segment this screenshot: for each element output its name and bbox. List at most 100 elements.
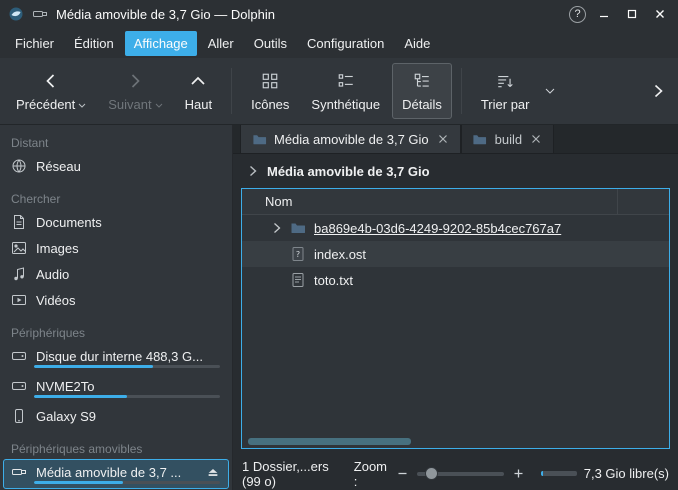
details-view-button[interactable]: Détails — [392, 63, 452, 119]
free-space-bar — [541, 471, 577, 476]
icons-label: Icônes — [251, 97, 289, 112]
menu-affichage[interactable]: Affichage — [125, 31, 197, 56]
forward-button[interactable]: Suivant — [98, 63, 172, 119]
sort-label: Trier par — [481, 97, 530, 112]
toolbar-overflow-button[interactable] — [644, 79, 672, 103]
zoom-out-icon[interactable] — [394, 466, 410, 482]
chevron-left-icon — [41, 70, 61, 92]
menu-aller[interactable]: Aller — [199, 31, 243, 56]
breadcrumb-current[interactable]: Média amovible de 3,7 Gio — [267, 164, 430, 179]
chevron-up-icon — [188, 70, 208, 92]
sidebar-item-disque-dur-interne[interactable]: Disque dur interne 488,3 G... — [3, 343, 229, 373]
menu-aide[interactable]: Aide — [395, 31, 439, 56]
sidebar-item-reseau[interactable]: Réseau — [3, 153, 229, 179]
details-view-icon — [413, 70, 431, 92]
window-body: Distant Réseau Chercher Documents — [0, 125, 678, 490]
column-header-row: Nom — [242, 189, 669, 215]
caret-down-icon — [78, 103, 86, 109]
sort-by-button[interactable]: Trier par — [471, 63, 540, 119]
image-icon — [11, 240, 27, 256]
free-space-fill — [541, 471, 543, 476]
dolphin-window: Média amovible de 3,7 Gio — Dolphin ? Fi… — [0, 0, 678, 490]
back-button[interactable]: Précédent — [6, 63, 96, 119]
close-tab-icon[interactable] — [529, 132, 543, 146]
up-button[interactable]: Haut — [175, 63, 222, 119]
section-chercher: Chercher Documents Images — [0, 189, 232, 313]
close-button[interactable] — [650, 4, 670, 24]
section-header-peripheriques-amovibles: Périphériques amovibles — [0, 439, 232, 459]
compact-label: Synthétique — [311, 97, 380, 112]
breadcrumb[interactable]: Média amovible de 3,7 Gio — [233, 154, 678, 188]
maximize-button[interactable] — [622, 4, 642, 24]
app-icon — [8, 6, 24, 22]
section-peripheriques: Périphériques Disque dur interne 488,3 G… — [0, 323, 232, 429]
file-name: ba869e4b-03d6-4249-9202-85b4cec767a7 — [314, 221, 561, 236]
compact-view-button[interactable]: Synthétique — [301, 63, 390, 119]
folder-icon — [251, 131, 267, 147]
horizontal-scrollbar[interactable] — [246, 438, 665, 445]
scrollbar-thumb[interactable] — [248, 438, 411, 445]
file-row-toto-txt[interactable]: toto.txt — [242, 267, 669, 293]
sidebar-item-nvme2to[interactable]: NVME2To — [3, 373, 229, 403]
audio-icon — [11, 266, 27, 282]
sidebar-item-galaxy-s9[interactable]: Galaxy S9 — [3, 403, 229, 429]
capacity-bar — [34, 481, 220, 484]
tab-media-amovible[interactable]: Média amovible de 3,7 Gio — [240, 125, 461, 153]
help-button[interactable]: ? — [569, 6, 586, 23]
folder-icon — [290, 220, 306, 236]
phone-icon — [11, 408, 27, 424]
place-label: Images — [36, 241, 221, 256]
sidebar-item-media-amovible[interactable]: Média amovible de 3,7 ... — [3, 459, 229, 489]
menu-edition[interactable]: Édition — [65, 31, 123, 56]
unknown-file-icon: ? — [290, 246, 306, 262]
zoom-handle[interactable] — [425, 467, 438, 480]
tab-build[interactable]: build — [461, 125, 554, 153]
eject-icon[interactable] — [205, 464, 221, 480]
caret-down-icon — [155, 103, 163, 109]
chevron-right-icon[interactable] — [248, 165, 258, 177]
capacity-fill — [34, 481, 123, 484]
place-label: Média amovible de 3,7 ... — [36, 465, 196, 480]
file-row-index-ost[interactable]: ? index.ost — [242, 241, 669, 267]
place-label: Galaxy S9 — [36, 409, 221, 424]
file-view[interactable]: Nom ba869e4b-03d6-4249-9202-85b4cec767a7 — [241, 188, 670, 449]
place-label: Vidéos — [36, 293, 221, 308]
icons-view-button[interactable]: Icônes — [241, 63, 299, 119]
column-header-name[interactable]: Nom — [242, 189, 618, 214]
menu-outils[interactable]: Outils — [245, 31, 296, 56]
icons-view-icon — [261, 70, 279, 92]
forward-label: Suivant — [108, 97, 151, 112]
titlebar[interactable]: Média amovible de 3,7 Gio — Dolphin ? — [0, 0, 678, 28]
status-bar: 1 Dossier,...ers (99 o) Zoom : 7,3 Gio l… — [233, 457, 678, 490]
text-file-icon — [290, 272, 306, 288]
status-summary: 1 Dossier,...ers (99 o) — [242, 459, 340, 489]
menu-configuration[interactable]: Configuration — [298, 31, 393, 56]
window-title: Média amovible de 3,7 Gio — Dolphin — [56, 7, 561, 22]
tab-label: build — [495, 132, 522, 147]
up-label: Haut — [185, 97, 212, 112]
sidebar-item-documents[interactable]: Documents — [3, 209, 229, 235]
folder-icon — [472, 131, 488, 147]
section-peripheriques-amovibles: Périphériques amovibles Média amovible d… — [0, 439, 232, 489]
video-icon — [11, 292, 27, 308]
compact-view-icon — [337, 70, 355, 92]
file-name: toto.txt — [314, 273, 353, 288]
close-tab-icon[interactable] — [436, 132, 450, 146]
menu-fichier[interactable]: Fichier — [6, 31, 63, 56]
sort-caret-button[interactable] — [541, 84, 559, 99]
zoom-slider[interactable] — [417, 472, 504, 476]
sidebar-item-audio[interactable]: Audio — [3, 261, 229, 287]
zoom-in-icon[interactable] — [511, 466, 527, 482]
sidebar-item-images[interactable]: Images — [3, 235, 229, 261]
section-header-chercher: Chercher — [0, 189, 232, 209]
file-row-folder[interactable]: ba869e4b-03d6-4249-9202-85b4cec767a7 — [242, 215, 669, 241]
minimize-button[interactable] — [594, 4, 614, 24]
place-label: NVME2To — [36, 379, 221, 394]
main-toolbar: Précédent Suivant Haut Icônes Synthét — [0, 58, 678, 125]
expand-arrow-icon[interactable] — [268, 222, 285, 234]
toolbar-separator — [461, 68, 462, 114]
hard-drive-icon — [11, 348, 27, 364]
back-label: Précédent — [16, 97, 75, 112]
sidebar-item-videos[interactable]: Vidéos — [3, 287, 229, 313]
chevron-right-icon — [125, 70, 145, 92]
